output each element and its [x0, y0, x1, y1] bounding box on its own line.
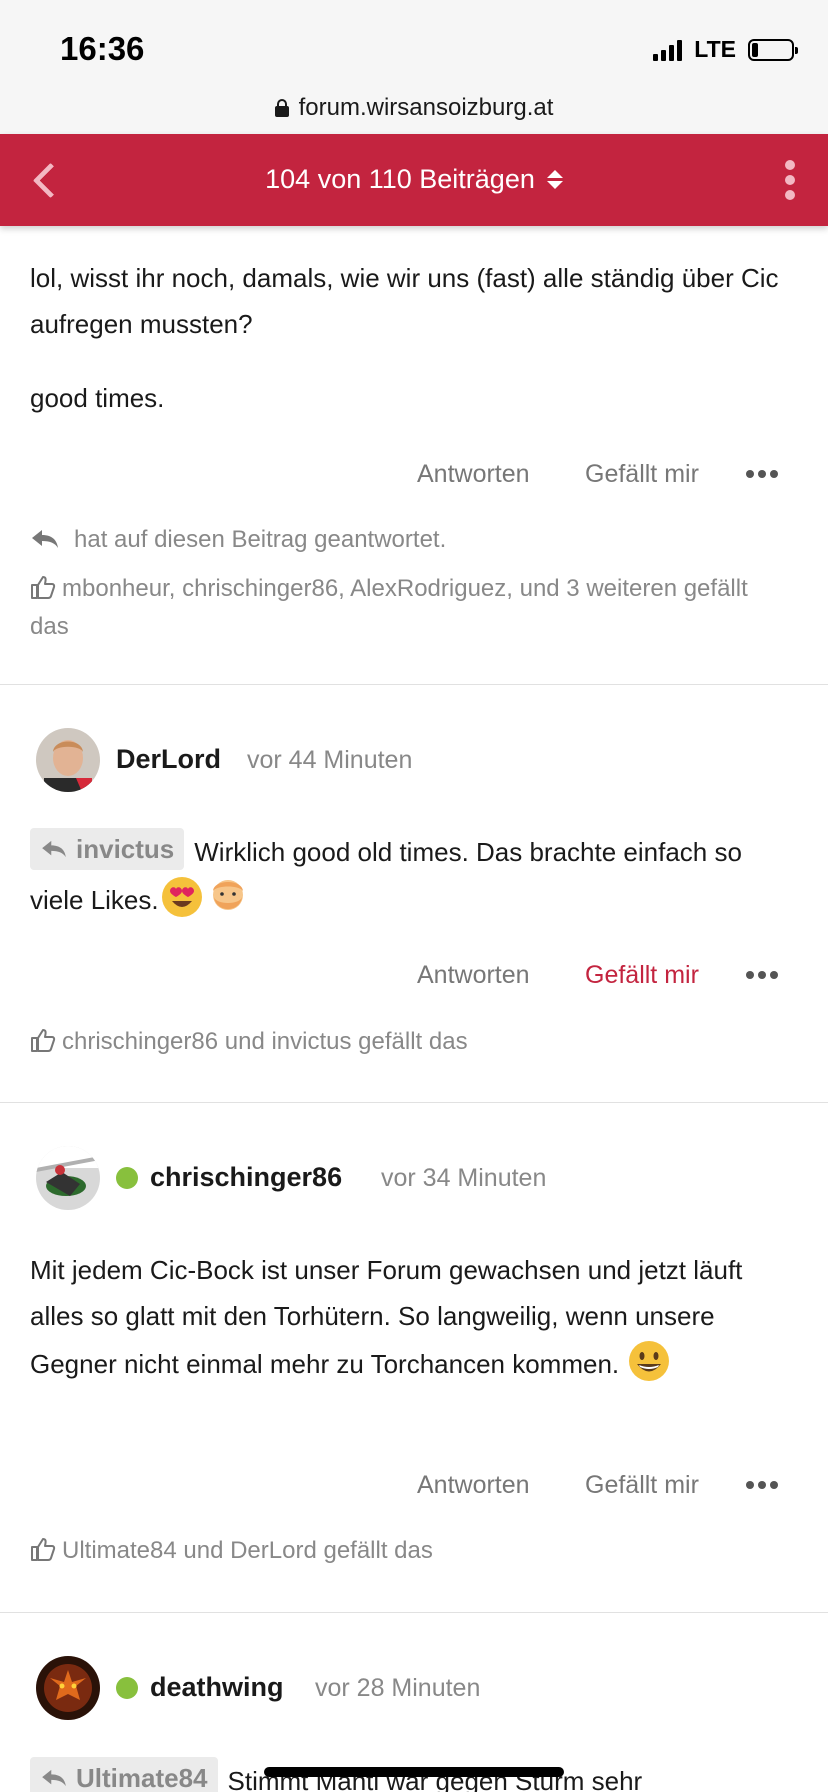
- home-indicator[interactable]: [264, 1767, 564, 1777]
- thumbs-up-icon: [31, 576, 56, 599]
- status-bar: 16:36 LTE: [0, 0, 828, 88]
- likes-summary-text: Ultimate84 und DerLord gefällt das: [62, 1537, 433, 1564]
- post-divider: [0, 1102, 828, 1103]
- post-author[interactable]: chrischinger86: [150, 1162, 342, 1193]
- status-indicators: LTE: [653, 36, 798, 63]
- post-body-paragraph: good times.: [30, 383, 165, 413]
- user-avatar-image: [36, 1146, 100, 1210]
- more-options-icon[interactable]: [746, 1481, 778, 1489]
- post-body: Mit jedem Cic-Bock ist unser Forum gewac…: [30, 1247, 792, 1387]
- grinning-face-emoji: [629, 1341, 670, 1381]
- reply-note[interactable]: hat auf diesen Beitrag geantwortet.: [30, 521, 792, 559]
- thumbs-up-icon: [31, 1538, 56, 1561]
- online-status-dot: [116, 1677, 138, 1699]
- user-avatar-image: [36, 1656, 100, 1720]
- reply-arrow-icon: [42, 1769, 66, 1787]
- thumbs-up-icon: [31, 1029, 56, 1052]
- online-status-dot: [116, 1167, 138, 1189]
- like-button[interactable]: Gefällt mir: [585, 460, 699, 489]
- post-timestamp[interactable]: vor 28 Minuten: [315, 1674, 480, 1703]
- post-timestamp[interactable]: vor 34 Minuten: [381, 1164, 546, 1193]
- like-button[interactable]: Gefällt mir: [585, 1471, 699, 1500]
- post-body: invictus Wirklich good old times. Das bra…: [30, 828, 792, 923]
- post-timestamp[interactable]: vor 44 Minuten: [247, 746, 412, 775]
- avatar[interactable]: [36, 1146, 100, 1210]
- network-label: LTE: [694, 36, 736, 62]
- quote-author: Ultimate84: [76, 1763, 208, 1792]
- status-time: 16:36: [60, 30, 145, 67]
- more-menu-icon[interactable]: [782, 160, 798, 200]
- likes-summary-text: mbonheur, chrischinger86, AlexRodriguez,…: [30, 575, 748, 640]
- quote-reference[interactable]: Ultimate84: [30, 1757, 218, 1792]
- quote-reference[interactable]: invictus: [30, 828, 185, 870]
- user-avatar-image: [36, 728, 100, 792]
- more-options-icon[interactable]: [746, 971, 778, 979]
- battery-icon: [748, 38, 798, 61]
- battery-fill: [752, 42, 759, 57]
- reply-arrow-icon: [32, 530, 58, 548]
- likes-summary[interactable]: mbonheur, chrischinger86, AlexRodriguez,…: [30, 570, 792, 646]
- post-position-selector[interactable]: 104 von 110 Beiträgen: [0, 164, 828, 195]
- post-divider: [0, 684, 828, 685]
- topic-header: 104 von 110 Beiträgen: [0, 134, 828, 226]
- likes-summary-text: chrischinger86 und invictus gefällt das: [62, 1028, 468, 1055]
- quote-author: invictus: [76, 834, 175, 864]
- post-body-paragraph: lol, wisst ihr noch, damals, wie wir uns…: [30, 263, 779, 339]
- like-button-active[interactable]: Gefällt mir: [585, 961, 699, 990]
- lock-icon: [274, 99, 289, 117]
- likes-summary[interactable]: chrischinger86 und invictus gefällt das: [30, 1023, 792, 1061]
- more-options-icon[interactable]: [746, 470, 778, 478]
- signal-icon: [653, 39, 683, 61]
- reply-note-text: hat auf diesen Beitrag geantwortet.: [74, 526, 447, 553]
- avatar[interactable]: [36, 728, 100, 792]
- sort-arrows-icon: [546, 170, 563, 189]
- reply-arrow-icon: [42, 840, 66, 858]
- avatar[interactable]: [36, 1656, 100, 1720]
- post-author[interactable]: DerLord: [116, 744, 221, 775]
- heart-eyes-emoji: [161, 877, 202, 917]
- reply-button[interactable]: Antworten: [417, 1471, 530, 1500]
- bearded-face-emoji: [212, 880, 243, 910]
- url-bar[interactable]: forum.wirsansoizburg.at: [0, 82, 828, 134]
- likes-summary[interactable]: Ultimate84 und DerLord gefällt das: [30, 1532, 792, 1570]
- post-position-label: 104 von 110 Beiträgen: [265, 164, 535, 194]
- url-text[interactable]: forum.wirsansoizburg.at: [299, 94, 554, 122]
- post-divider: [0, 1612, 828, 1613]
- reply-button[interactable]: Antworten: [417, 460, 530, 489]
- reply-button[interactable]: Antworten: [417, 961, 530, 990]
- post-author[interactable]: deathwing: [150, 1672, 284, 1703]
